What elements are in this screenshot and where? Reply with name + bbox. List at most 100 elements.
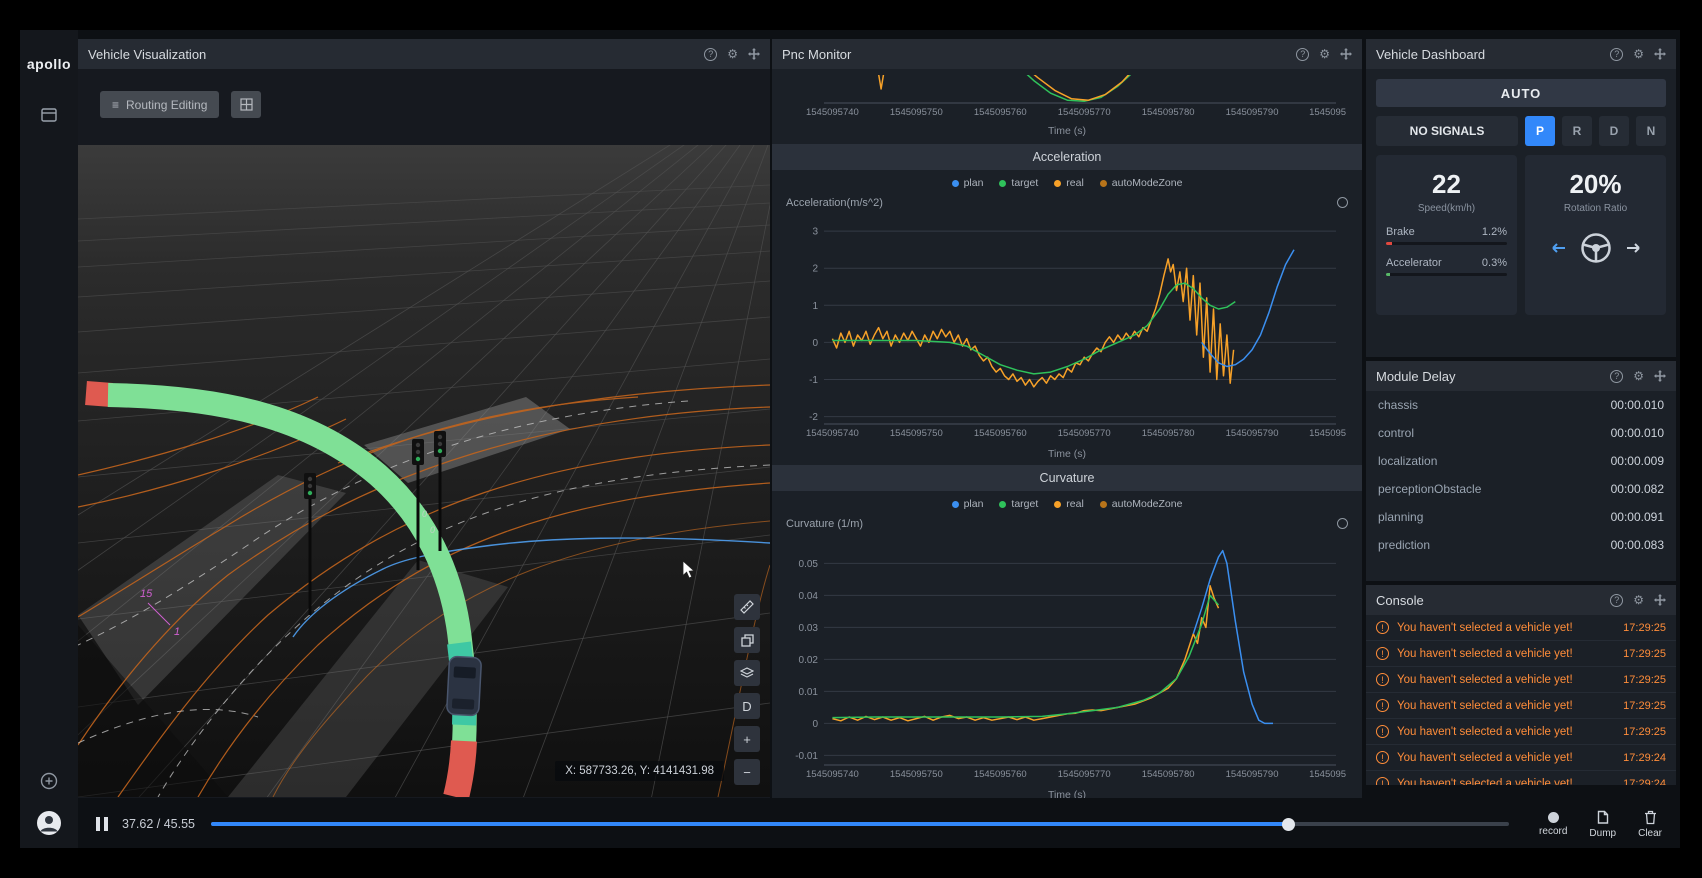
copy-view-button[interactable] <box>734 627 760 653</box>
help-icon[interactable]: ? <box>704 47 718 61</box>
curvature-chart: 0.05 0.04 0.03 0.02 0.01 0 -0.01 1545095740 1545… <box>772 531 1362 798</box>
panel-header-icons: ? ⚙ <box>1610 593 1666 607</box>
trash-icon <box>1644 810 1656 824</box>
gear-n-button[interactable]: N <box>1636 116 1666 146</box>
pan-icon[interactable] <box>1654 370 1666 382</box>
record-button[interactable]: record <box>1539 810 1567 839</box>
coordinates-readout: X: 587733.26, Y: 4141431.98 <box>555 761 724 781</box>
list-item: ! You haven't selected a vehicle yet! 17:2… <box>1366 745 1676 771</box>
dreamview-app: apollo Vehicle Visualization ? ⚙ ≡ Routi… <box>20 30 1680 848</box>
rotation-card: 20% Rotation Ratio <box>1525 155 1666 315</box>
zoom-out-button[interactable]: − <box>734 759 760 785</box>
pause-button[interactable] <box>94 815 110 833</box>
viz-panel-header: Vehicle Visualization ? ⚙ <box>78 39 770 69</box>
auto-mode-button[interactable]: AUTO <box>1376 79 1666 107</box>
brake-bar-fill <box>1386 242 1393 245</box>
legend-dot <box>1054 179 1062 187</box>
pan-icon[interactable] <box>1340 48 1352 60</box>
measure-button[interactable] <box>734 594 760 620</box>
warning-icon: ! <box>1376 777 1389 785</box>
legend-item: real <box>1054 498 1084 510</box>
panel-header-icons: ? ⚙ <box>1296 47 1352 61</box>
panel-title: Vehicle Dashboard <box>1376 46 1486 62</box>
svg-text:1545095760: 1545095760 <box>974 769 1027 780</box>
svg-text:0.02: 0.02 <box>799 655 819 666</box>
svg-text:-0.01: -0.01 <box>795 751 818 762</box>
acceleration-axis-row: Acceleration(m/s^2) <box>772 195 1362 210</box>
pan-icon[interactable] <box>1654 594 1666 606</box>
acceleration-section-header: Acceleration <box>772 144 1362 170</box>
settings-icon[interactable]: ⚙ <box>1633 594 1644 606</box>
gear-p-button[interactable]: P <box>1525 116 1555 146</box>
svg-text:0.01: 0.01 <box>799 687 819 698</box>
help-icon[interactable]: ? <box>1610 593 1624 607</box>
list-item: ! You haven't selected a vehicle yet! 17:2… <box>1366 771 1676 785</box>
svg-text:0.05: 0.05 <box>799 559 819 570</box>
dump-button[interactable]: Dump <box>1589 810 1616 839</box>
add-button[interactable] <box>40 772 58 790</box>
svg-text:1545095760: 1545095760 <box>974 428 1027 439</box>
vehicle-visualization-panel: Vehicle Visualization ? ⚙ ≡ Routing Edit… <box>78 39 770 798</box>
ruler-icon <box>740 600 754 614</box>
copy-icon <box>740 633 754 647</box>
profile-avatar[interactable] <box>36 810 62 836</box>
svg-text:0: 0 <box>812 338 818 349</box>
signals-row: NO SIGNALS P R D N <box>1376 116 1666 146</box>
routing-editing-label: Routing Editing <box>126 97 208 112</box>
settings-icon[interactable]: ⚙ <box>1319 48 1330 60</box>
legend-dot <box>999 179 1007 187</box>
svg-text:1545095: 1545095 <box>1309 107 1346 118</box>
brake-bar <box>1386 242 1507 245</box>
accelerator-bar <box>1386 273 1507 276</box>
svg-text:1: 1 <box>812 301 818 312</box>
curvature-plot: 0.05 0.04 0.03 0.02 0.01 0 -0.01 1545095740 1545… <box>795 549 1346 780</box>
curvature-legend: plan target real autoModeZone <box>772 497 1362 511</box>
help-icon[interactable]: ? <box>1296 47 1310 61</box>
panel-header-icons: ? ⚙ <box>704 47 760 61</box>
arrow-right-icon <box>1626 243 1640 253</box>
acceleration-chart: 3 2 1 0 -1 -2 1545095740 1545095750 1545095760 15… <box>772 210 1362 460</box>
panels-toggle-button[interactable] <box>41 108 57 122</box>
map-editor-button[interactable] <box>231 91 262 118</box>
zoom-in-button[interactable]: + <box>734 726 760 752</box>
svg-text:0: 0 <box>422 509 427 519</box>
warning-icon: ! <box>1376 621 1389 634</box>
viz-3d-scene[interactable]: 15 1 0 0 X: 587733.26, Y: 4141431.98 D +… <box>78 145 770 797</box>
chart-options-icon[interactable] <box>1337 197 1348 208</box>
svg-text:1545095: 1545095 <box>1309 428 1346 439</box>
svg-text:1545095790: 1545095790 <box>1226 769 1279 780</box>
pan-icon[interactable] <box>1654 48 1666 60</box>
accelerator-value: 0.3% <box>1481 257 1507 269</box>
no-signals-button[interactable]: NO SIGNALS <box>1376 116 1518 146</box>
chart-options-icon[interactable] <box>1337 518 1348 529</box>
legend-dot <box>999 500 1007 508</box>
gear-d-button[interactable]: D <box>1599 116 1629 146</box>
partial-chart-plot: 1545095740 1545095750 1545095760 1545095770… <box>806 61 1346 118</box>
slider-handle[interactable] <box>1282 817 1296 831</box>
help-icon[interactable]: ? <box>1610 369 1624 383</box>
pan-icon[interactable] <box>748 48 760 60</box>
layers-view-button[interactable] <box>734 660 760 686</box>
panel-title: Console <box>1376 592 1424 608</box>
curvature-axis-row: Curvature (1/m) <box>772 516 1362 531</box>
console-log: ! You haven't selected a vehicle yet! 17:2… <box>1366 615 1676 785</box>
settings-icon[interactable]: ⚙ <box>727 48 738 60</box>
legend-item: target <box>999 177 1038 189</box>
settings-icon[interactable]: ⚙ <box>1633 48 1644 60</box>
svg-text:-1: -1 <box>809 375 818 386</box>
slider-fill <box>210 822 1289 826</box>
viz-toolbar: ≡ Routing Editing <box>78 69 770 145</box>
gear-r-button[interactable]: R <box>1562 116 1592 146</box>
svg-text:1545095750: 1545095750 <box>890 428 943 439</box>
default-view-button[interactable]: D <box>734 693 760 719</box>
clear-button[interactable]: Clear <box>1638 810 1662 839</box>
module-delay-body: chassis 00:00.010 control 00:00.010 locali… <box>1366 391 1676 559</box>
playback-time: 37.62 / 45.55 <box>122 817 195 831</box>
routing-editing-button[interactable]: ≡ Routing Editing <box>100 91 220 118</box>
legend-dot <box>1099 500 1107 508</box>
svg-text:1545095: 1545095 <box>1309 769 1346 780</box>
help-icon[interactable]: ? <box>1610 47 1624 61</box>
pause-icon <box>96 817 100 831</box>
settings-icon[interactable]: ⚙ <box>1633 370 1644 382</box>
playback-slider[interactable] <box>210 817 1510 832</box>
